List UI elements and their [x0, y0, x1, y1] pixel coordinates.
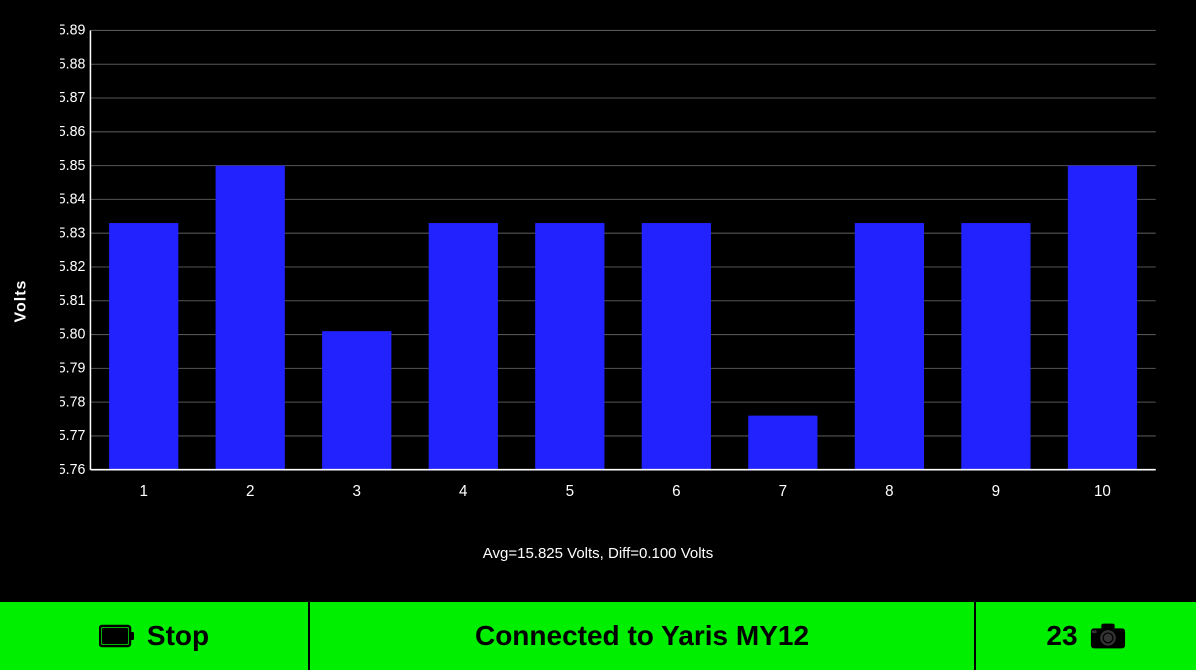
- svg-text:6: 6: [672, 483, 680, 500]
- stop-label[interactable]: Stop: [147, 620, 209, 652]
- svg-text:7: 7: [779, 483, 787, 500]
- bar-chart: 15.76 15.77 15.78 15.79 15.80 15.81 15.82 15.83…: [60, 20, 1176, 522]
- connection-section: Connected to Yaris MY12: [310, 602, 976, 670]
- connection-label: Connected to Yaris MY12: [475, 620, 809, 652]
- svg-text:15.79: 15.79: [60, 360, 85, 376]
- svg-text:15.85: 15.85: [60, 158, 85, 174]
- svg-text:5: 5: [566, 483, 574, 500]
- count-display: 23: [1046, 620, 1077, 652]
- svg-text:15.80: 15.80: [60, 327, 85, 343]
- svg-text:15.77: 15.77: [60, 428, 85, 444]
- chart-area: Volts 15.76 15.77 15.78 15.79 15.80 15.81 15.8…: [0, 0, 1196, 602]
- y-axis-label: Volts: [12, 280, 30, 323]
- svg-text:15.81: 15.81: [60, 293, 85, 309]
- svg-text:2: 2: [246, 483, 254, 500]
- svg-text:9: 9: [992, 483, 1000, 500]
- svg-text:15.89: 15.89: [60, 22, 85, 38]
- stop-section[interactable]: Stop: [0, 602, 310, 670]
- svg-text:1: 1: [139, 483, 147, 500]
- main-container: Volts 15.76 15.77 15.78 15.79 15.80 15.81 15.8…: [0, 0, 1196, 670]
- chart-inner: 15.76 15.77 15.78 15.79 15.80 15.81 15.82 15.83…: [60, 20, 1176, 522]
- svg-text:15.82: 15.82: [60, 259, 85, 275]
- svg-text:10: 10: [1094, 483, 1111, 500]
- battery-icon: [99, 622, 135, 650]
- bottom-bar: Stop Connected to Yaris MY12 23: [0, 602, 1196, 670]
- chart-caption: Avg=15.825 Volts, Diff=0.100 Volts: [0, 545, 1196, 562]
- svg-text:15.87: 15.87: [60, 90, 85, 106]
- camera-icon: [1090, 622, 1126, 650]
- svg-text:8: 8: [885, 483, 893, 500]
- svg-text:4: 4: [459, 483, 468, 500]
- svg-text:15.88: 15.88: [60, 56, 85, 72]
- svg-text:15.84: 15.84: [60, 191, 85, 207]
- svg-text:15.83: 15.83: [60, 225, 85, 241]
- svg-text:15.86: 15.86: [60, 124, 85, 140]
- svg-text:15.76: 15.76: [60, 462, 85, 478]
- count-section: 23: [976, 602, 1196, 670]
- svg-text:15.78: 15.78: [60, 394, 85, 410]
- svg-text:3: 3: [353, 483, 361, 500]
